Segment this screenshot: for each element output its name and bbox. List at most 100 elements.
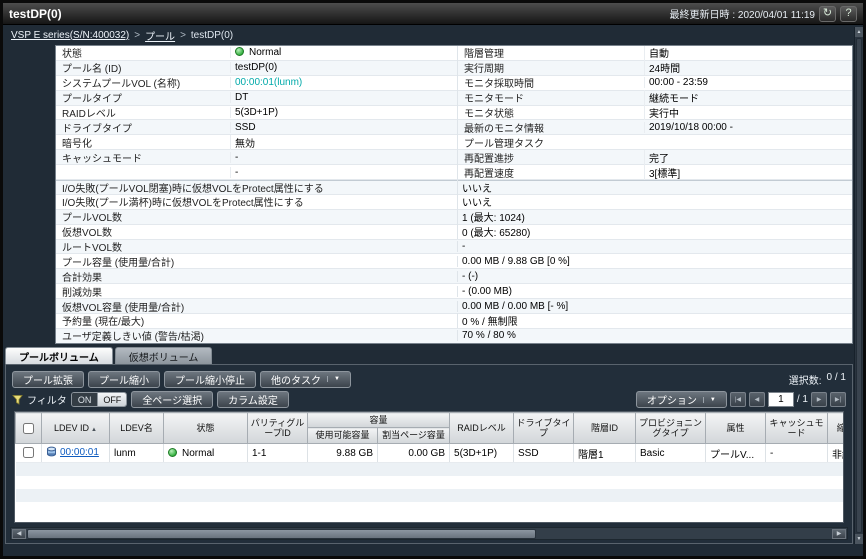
breadcrumb: VSP E series(S/N:400032) > プール > testDP(… xyxy=(3,25,851,45)
cell-shrinkable: 非縮... xyxy=(828,444,844,463)
property-value: 24時間 xyxy=(644,60,852,75)
vertical-scrollbar-thumb[interactable] xyxy=(856,38,862,533)
toolbar: プール拡張プール縮小プール縮小停止 他のタスク ▼ 選択数: 0 / 1 xyxy=(12,370,846,388)
property-label: 仮想VOL容量 (使用量/合計) xyxy=(56,299,457,314)
select-all-header xyxy=(16,413,42,444)
property-value: - xyxy=(457,241,852,252)
property-label: 削減効果 xyxy=(56,284,457,299)
scroll-left-icon[interactable]: ◀ xyxy=(12,529,26,539)
options-button[interactable]: オプション ▼ xyxy=(636,391,727,408)
row-checkbox[interactable] xyxy=(23,447,34,458)
toolbar-buttons: プール拡張プール縮小プール縮小停止 xyxy=(12,371,256,388)
property-row: ルートVOL数- xyxy=(56,240,852,255)
property-label: ルートVOL数 xyxy=(56,239,457,254)
property-row: プールVOL数1 (最大: 1024) xyxy=(56,210,852,225)
property-row: 仮想VOL数0 (最大: 65280) xyxy=(56,225,852,240)
toolbar-button[interactable]: プール拡張 xyxy=(12,371,84,388)
vertical-scrollbar[interactable]: ▲ ▼ xyxy=(854,27,863,544)
toolbar-button[interactable]: プール縮小 xyxy=(88,371,160,388)
column-header[interactable]: 割当ページ容量 xyxy=(378,428,450,444)
selection-count: 選択数: 0 / 1 xyxy=(789,372,846,387)
refresh-button[interactable]: ↻ xyxy=(819,6,836,22)
next-page-button[interactable]: ▶ xyxy=(811,392,827,407)
select-all-checkbox[interactable] xyxy=(23,423,34,434)
prev-page-button[interactable]: ◀ xyxy=(749,392,765,407)
header-row: LDEV ID▲LDEV名状態パリティグループID容量RAIDレベルドライブタイ… xyxy=(16,413,845,428)
cell-select xyxy=(16,444,42,463)
first-page-button[interactable]: |◀ xyxy=(730,392,746,407)
filter-on-button[interactable]: ON xyxy=(72,393,98,406)
toolbar-button[interactable]: プール縮小停止 xyxy=(164,371,256,388)
property-value: - xyxy=(230,152,457,163)
property-label: プール管理タスク xyxy=(457,135,644,150)
property-label: I/O失敗(プール満杯)時に仮想VOLをProtect属性にする xyxy=(56,194,457,209)
property-label: プールタイプ xyxy=(56,90,230,105)
cell-ldev_name: lunm xyxy=(110,444,164,463)
filter-bar: フィルタ ON OFF 全ページ選択 カラム設定 オプション ▼ |◀ ◀ / … xyxy=(12,391,846,408)
column-header[interactable]: キャッシュモード xyxy=(766,413,828,444)
breadcrumb-link-system[interactable]: VSP E series(S/N:400032) xyxy=(11,30,129,41)
property-row: I/O失敗(プールVOL閉塞)時に仮想VOLをProtect属性にするいいえ xyxy=(56,180,852,195)
property-value: 1 (最大: 1024) xyxy=(457,209,852,224)
property-value: 実行中 xyxy=(644,105,852,120)
pagination: オプション ▼ |◀ ◀ / 1 ▶ ▶| xyxy=(636,391,846,408)
property-row: 合計効果- (-) xyxy=(56,269,852,284)
options-label: オプション xyxy=(647,392,697,407)
column-header[interactable]: パリティグループID xyxy=(248,413,308,444)
last-page-button[interactable]: ▶| xyxy=(830,392,846,407)
scroll-right-icon[interactable]: ▶ xyxy=(832,529,846,539)
breadcrumb-link-pools[interactable]: プール xyxy=(145,28,175,43)
property-value: 0.00 MB / 0.00 MB [- %] xyxy=(457,301,852,312)
property-value: 2019/10/18 00:00 - xyxy=(644,122,852,133)
property-label: 再配置速度 xyxy=(457,165,644,180)
breadcrumb-separator: > xyxy=(180,30,186,41)
column-header[interactable]: 階層ID xyxy=(574,413,636,444)
column-settings-button[interactable]: カラム設定 xyxy=(217,391,289,408)
column-header[interactable]: 属性 xyxy=(706,413,766,444)
property-label: I/O失敗(プールVOL閉塞)時に仮想VOLをProtect属性にする xyxy=(56,180,457,195)
ldev-link[interactable]: 00:00:01 xyxy=(60,447,99,458)
column-header[interactable]: LDEV名 xyxy=(110,413,164,444)
breadcrumb-separator: > xyxy=(134,30,140,41)
tab-item[interactable]: プールボリューム xyxy=(5,347,113,364)
filter-icon xyxy=(12,394,23,405)
empty-cell xyxy=(16,502,845,515)
horizontal-scrollbar[interactable]: ◀ ▶ xyxy=(10,527,848,540)
tab-item[interactable]: 仮想ボリューム xyxy=(115,347,213,364)
title-bar-right: 最終更新日時 : 2020/04/01 11:19 ↻ ? xyxy=(670,6,857,22)
empty-row xyxy=(16,463,845,476)
column-header[interactable]: 使用可能容量 xyxy=(308,428,378,444)
column-header[interactable]: ドライブタイプ xyxy=(514,413,574,444)
horizontal-scrollbar-thumb[interactable] xyxy=(27,529,536,539)
property-value: 継続モード xyxy=(644,90,852,105)
page-number-input[interactable] xyxy=(768,392,794,407)
property-row: 仮想VOL容量 (使用量/合計)0.00 MB / 0.00 MB [- %] xyxy=(56,299,852,314)
property-row: I/O失敗(プール満杯)時に仮想VOLをProtect属性にするいいえ xyxy=(56,195,852,210)
column-header[interactable]: 状態 xyxy=(164,413,248,444)
scroll-down-icon[interactable]: ▼ xyxy=(855,534,863,544)
filter-toggle: ON OFF xyxy=(71,392,128,407)
property-label: 階層管理 xyxy=(457,45,644,60)
status-normal-icon xyxy=(168,448,177,457)
cell-ldev_id: 00:00:01 xyxy=(42,444,110,463)
scroll-up-icon[interactable]: ▲ xyxy=(855,27,863,37)
filter-off-button[interactable]: OFF xyxy=(97,393,126,406)
property-label: 状態 xyxy=(56,45,230,60)
column-header[interactable]: プロビジョニングタイプ xyxy=(636,413,706,444)
sort-asc-icon: ▲ xyxy=(91,427,97,433)
property-value[interactable]: 00:00:01(lunm) xyxy=(230,77,457,88)
title-bar: testDP(0) 最終更新日時 : 2020/04/01 11:19 ↻ ? xyxy=(3,3,863,25)
property-value: 00:00 - 23:59 xyxy=(644,77,852,88)
cell-raid_level: 5(3D+1P) xyxy=(450,444,514,463)
select-all-pages-button[interactable]: 全ページ選択 xyxy=(131,391,213,408)
column-header[interactable]: LDEV ID▲ xyxy=(42,413,110,444)
column-header[interactable]: 縮小... xyxy=(828,413,844,444)
column-header[interactable]: RAIDレベル xyxy=(450,413,514,444)
status-normal-icon xyxy=(235,47,244,56)
more-tasks-button[interactable]: 他のタスク ▼ xyxy=(260,371,351,388)
empty-cell xyxy=(16,489,845,502)
property-label: キャッシュモード xyxy=(56,150,230,165)
property-value: 0.00 MB / 9.88 GB [0 %] xyxy=(457,256,852,267)
pool-volumes-table-container: LDEV ID▲LDEV名状態パリティグループID容量RAIDレベルドライブタイ… xyxy=(14,411,844,523)
help-button[interactable]: ? xyxy=(840,6,857,22)
